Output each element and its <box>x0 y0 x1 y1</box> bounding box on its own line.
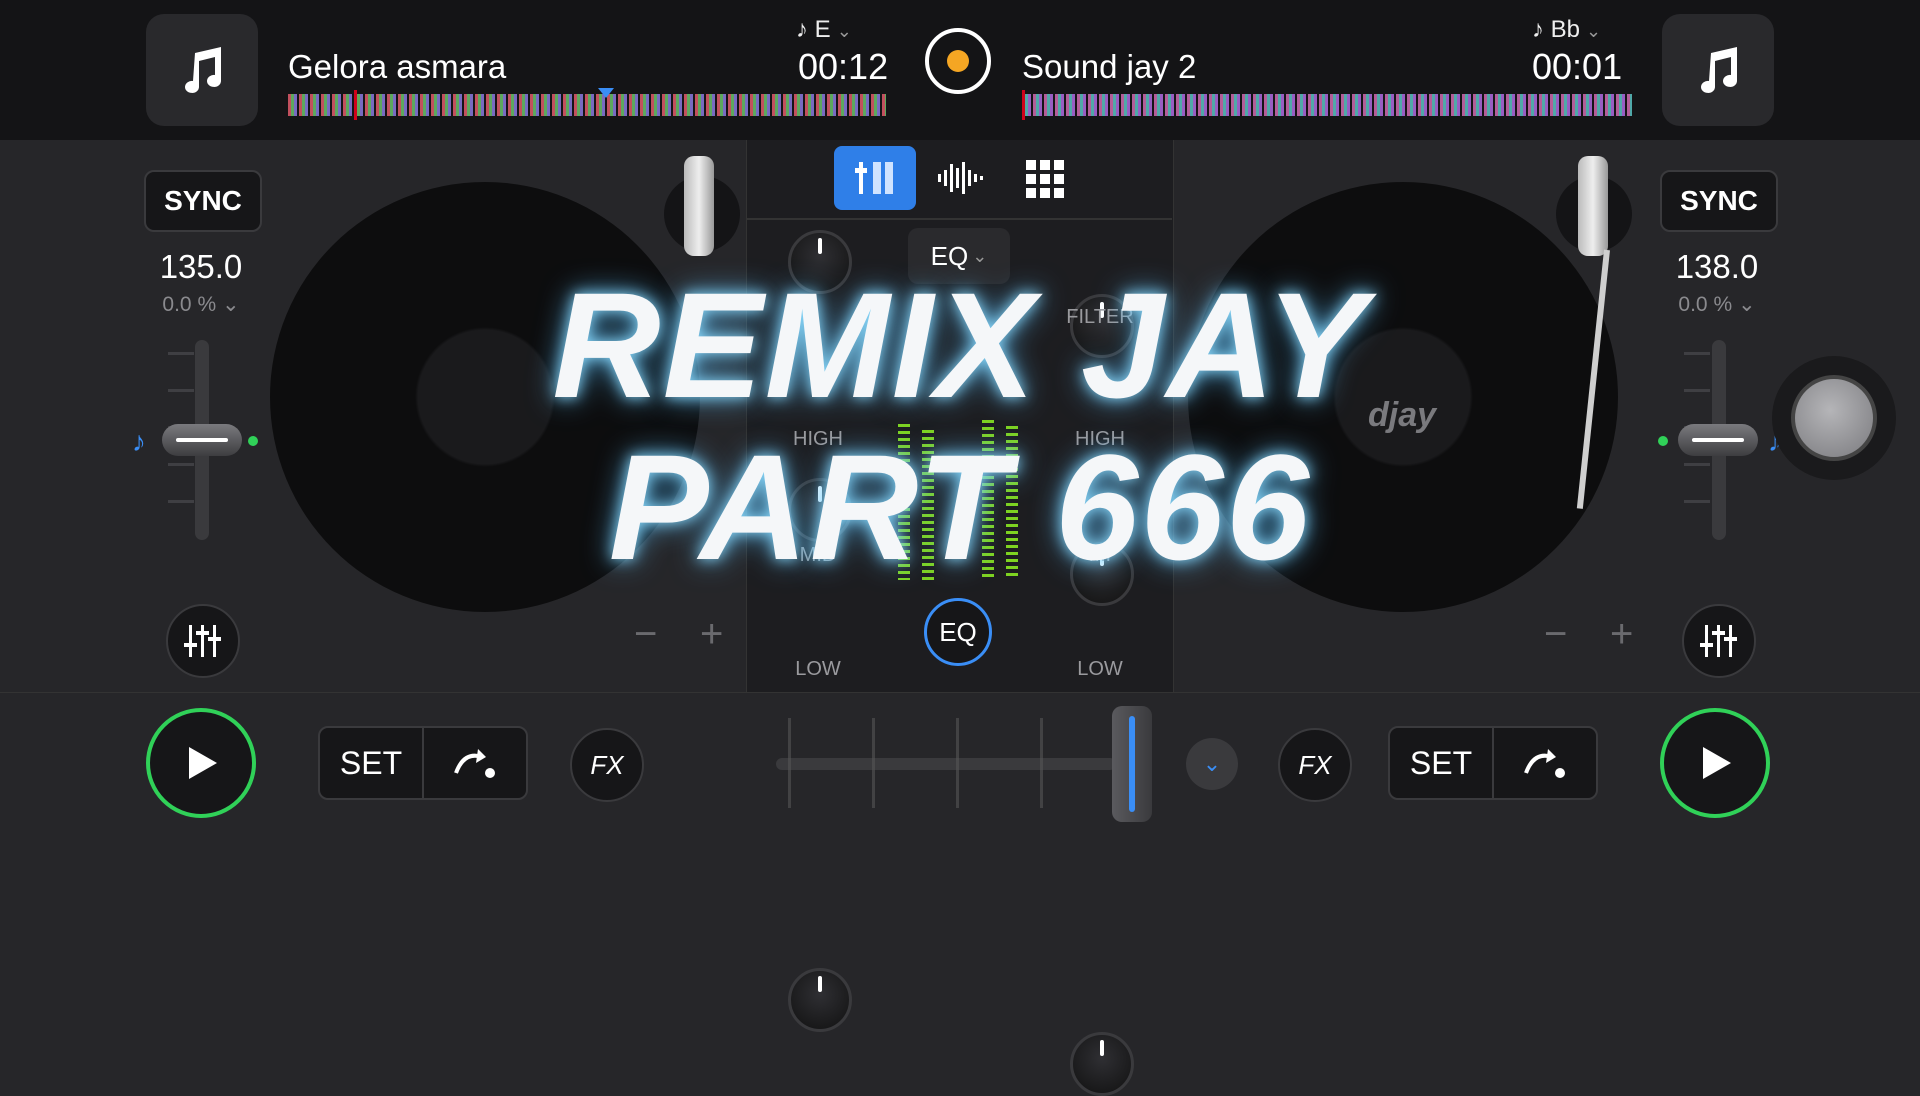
right-eq-settings-button[interactable] <box>1682 604 1756 678</box>
right-sync-button[interactable]: SYNC <box>1660 170 1778 232</box>
right-cue-group: SET <box>1388 726 1598 800</box>
left-low-knob[interactable] <box>788 968 852 1032</box>
left-play-button[interactable] <box>146 708 256 818</box>
left-plus-button[interactable]: + <box>700 612 723 657</box>
left-set-cue-button[interactable]: SET <box>320 728 424 798</box>
left-playhead <box>354 90 357 120</box>
overlay-title-line2: PART 666 <box>608 423 1312 591</box>
left-cue-marker <box>598 88 614 98</box>
left-low-label: LOW <box>795 658 841 680</box>
right-track-title: Sound jay 2 <box>1022 48 1197 85</box>
waveform-view-tab[interactable] <box>930 152 990 204</box>
right-time: 00:01 <box>1532 46 1623 87</box>
right-fx-button[interactable]: FX <box>1278 728 1352 802</box>
mixer-view-tab[interactable] <box>834 146 916 210</box>
chevron-down-icon: ⌄ <box>1586 21 1602 41</box>
eq-settings-icon <box>184 625 221 657</box>
left-track-title: Gelora asmara <box>288 48 507 85</box>
right-waveform-overview[interactable] <box>1022 94 1632 116</box>
divider <box>746 218 1172 220</box>
eq-toggle-button[interactable]: EQ <box>924 598 992 666</box>
music-note-icon <box>185 47 221 93</box>
right-key-value: Bb <box>1550 16 1581 43</box>
right-plus-button[interactable]: + <box>1610 612 1633 657</box>
right-loop-button[interactable] <box>1494 728 1596 798</box>
overlay-title-line1: REMIX JAY <box>552 261 1368 429</box>
right-tonearm[interactable] <box>1578 156 1608 256</box>
left-cue-group: SET <box>318 726 528 800</box>
play-icon <box>189 747 217 779</box>
right-set-cue-button[interactable]: SET <box>1390 728 1494 798</box>
record-icon <box>947 50 969 72</box>
right-low-knob[interactable] <box>1070 1032 1134 1096</box>
right-minus-button[interactable]: − <box>1544 612 1567 657</box>
crossfader-handle[interactable] <box>1112 706 1152 822</box>
chevron-down-icon: ⌄ <box>836 21 852 41</box>
left-tonearm[interactable] <box>684 156 714 256</box>
right-playhead <box>1022 90 1025 120</box>
right-library-button[interactable] <box>1662 14 1774 126</box>
record-button[interactable] <box>925 28 991 94</box>
left-sync-button[interactable]: SYNC <box>144 170 262 232</box>
left-key-selector[interactable]: ♪ E ⌄ <box>796 16 852 44</box>
waveform-view-icon <box>938 162 983 194</box>
left-library-button[interactable] <box>146 14 258 126</box>
right-low-label: LOW <box>1077 658 1123 680</box>
right-key-selector[interactable]: ♪ Bb ⌄ <box>1532 16 1601 44</box>
loop-icon <box>1524 749 1565 778</box>
right-play-button[interactable] <box>1660 708 1770 818</box>
left-time: 00:12 <box>798 46 889 87</box>
pads-view-tab[interactable] <box>1020 154 1070 204</box>
crossfader-options-button[interactable]: ⌄ <box>1186 738 1238 790</box>
eq-settings-icon <box>1700 625 1737 657</box>
left-key-value: E <box>814 16 831 43</box>
left-minus-button[interactable]: − <box>634 612 657 657</box>
loop-icon <box>454 749 495 778</box>
music-note-icon <box>1701 47 1737 93</box>
left-eq-settings-button[interactable] <box>166 604 240 678</box>
play-icon <box>1703 747 1731 779</box>
crossfader-ticks <box>788 718 1118 808</box>
mixer-view-icon <box>855 162 893 194</box>
pads-grid-icon <box>1026 160 1064 198</box>
left-waveform-overview[interactable] <box>288 94 886 116</box>
left-fx-button[interactable]: FX <box>570 728 644 802</box>
left-loop-button[interactable] <box>424 728 526 798</box>
